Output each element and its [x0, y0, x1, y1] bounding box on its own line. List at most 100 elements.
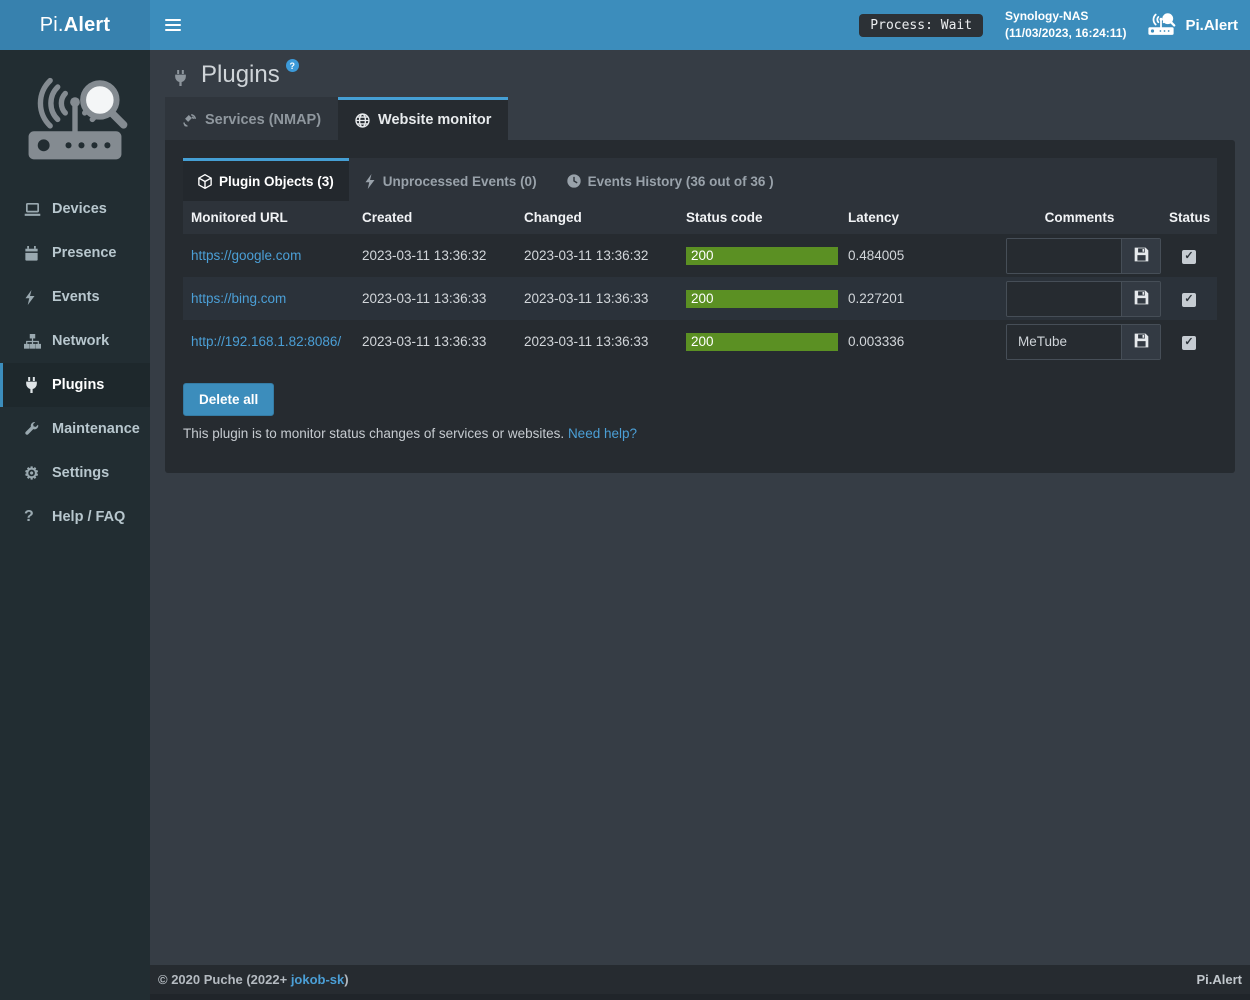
- delete-all-button[interactable]: Delete all: [183, 383, 274, 416]
- plugin-helper-text: This plugin is to monitor status changes…: [183, 426, 1217, 441]
- calendar-icon: [24, 246, 47, 261]
- sidebar-item-help-faq[interactable]: ? Help / FAQ: [0, 495, 150, 539]
- brand-logo[interactable]: Pi.Alert: [0, 0, 150, 50]
- question-icon: ?: [24, 508, 47, 526]
- gear-icon: ⚙: [24, 465, 47, 482]
- bolt-icon: [24, 290, 47, 305]
- globe-icon: [355, 113, 370, 128]
- content-empty-space: [150, 473, 1250, 965]
- top-navbar: Pi.Alert Process: Wait Synology-NAS (11/…: [0, 0, 1250, 50]
- column-header-latency: Latency: [840, 201, 998, 234]
- laptop-icon: [24, 202, 47, 217]
- status-checkbox[interactable]: ✓: [1182, 250, 1196, 264]
- monitored-url-link[interactable]: http://192.168.1.82:8086/: [191, 334, 341, 349]
- changed-cell: 2023-03-11 13:36:33: [516, 277, 678, 320]
- created-cell: 2023-03-11 13:36:33: [354, 277, 516, 320]
- cube-icon: [198, 174, 212, 189]
- table-row: http://192.168.1.82:8086/2023-03-11 13:3…: [183, 320, 1217, 363]
- help-badge[interactable]: ?: [286, 59, 299, 72]
- panel-tab-unprocessed-events-0[interactable]: Unprocessed Events (0): [349, 158, 552, 201]
- column-header-changed: Changed: [516, 201, 678, 234]
- sidebar-menu: Devices PresenceEvents Network Plugins Maint…: [0, 187, 150, 539]
- panel-tab-plugin-objects-3[interactable]: Plugin Objects (3): [183, 158, 349, 201]
- comment-input-group: [1006, 238, 1161, 274]
- save-comment-button[interactable]: [1121, 325, 1160, 359]
- column-header-status-code: Status code: [678, 201, 840, 234]
- floppy-save-icon: [1134, 290, 1149, 308]
- sidebar-item-label: Help / FAQ: [52, 509, 125, 525]
- plugin-tabs: Services (NMAP)Website monitor: [165, 97, 1235, 140]
- monitored-url-link[interactable]: https://bing.com: [191, 291, 286, 306]
- created-cell: 2023-03-11 13:36:33: [354, 320, 516, 363]
- brand-text: Pi.Alert: [40, 14, 111, 37]
- panel-tabs: Plugin Objects (3)Unprocessed Events (0)…: [183, 158, 1217, 201]
- sitemap-icon: [24, 334, 47, 349]
- monitored-url-link[interactable]: https://google.com: [191, 248, 301, 263]
- host-time: (11/03/2023, 16:24:11): [1005, 25, 1126, 42]
- tab-website-monitor[interactable]: Website monitor: [338, 97, 508, 140]
- plugin-objects-table: Monitored URLCreatedChangedStatus codeLa…: [183, 201, 1217, 363]
- services-icon: [182, 113, 197, 128]
- floppy-save-icon: [1134, 333, 1149, 351]
- status-code-bar: 200: [686, 290, 838, 308]
- bolt-icon: [364, 174, 376, 189]
- need-help-link[interactable]: Need help?: [568, 426, 637, 441]
- sidebar-item-network[interactable]: Network: [0, 319, 150, 363]
- website-monitor-panel: Plugin Objects (3)Unprocessed Events (0)…: [165, 140, 1235, 473]
- sidebar-item-plugins[interactable]: Plugins: [0, 363, 150, 407]
- comment-input[interactable]: [1007, 282, 1121, 316]
- tab-services-nmap[interactable]: Services (NMAP): [165, 97, 338, 140]
- router-magnifier-icon: [1146, 9, 1176, 41]
- column-header-created: Created: [354, 201, 516, 234]
- clock-icon: [567, 174, 581, 188]
- comment-input-group: [1006, 281, 1161, 317]
- comment-input[interactable]: [1007, 325, 1121, 359]
- sidebar-item-events[interactable]: Events: [0, 275, 150, 319]
- status-code-bar: 200: [686, 333, 838, 351]
- column-header-monitored-url: Monitored URL: [183, 201, 354, 234]
- page-title: Plugins ?: [173, 61, 1235, 93]
- changed-cell: 2023-03-11 13:36:32: [516, 234, 678, 277]
- latency-cell: 0.227201: [840, 277, 998, 320]
- sidebar-item-devices[interactable]: Devices: [0, 187, 150, 231]
- host-info: Synology-NAS (11/03/2023, 16:24:11): [1005, 8, 1126, 43]
- content-header: Plugins ?: [150, 50, 1250, 97]
- sidebar-item-maintenance[interactable]: Maintenance: [0, 407, 150, 451]
- sidebar-item-label: Network: [52, 333, 109, 349]
- navbar-app-label: Pi.Alert: [1185, 17, 1238, 34]
- footer-copyright: © 2020 Puche (2022+ jokob-sk): [158, 972, 349, 987]
- wrench-icon: [24, 422, 47, 437]
- navbar-app-brand[interactable]: Pi.Alert: [1146, 9, 1238, 41]
- hamburger-icon: [165, 19, 181, 21]
- status-checkbox[interactable]: ✓: [1182, 293, 1196, 307]
- main-content: Plugins ? Services (NMAP)Website monitor…: [150, 50, 1250, 1000]
- navbar-main: Process: Wait Synology-NAS (11/03/2023, …: [150, 0, 1250, 50]
- table-header-row: Monitored URLCreatedChangedStatus codeLa…: [183, 201, 1217, 234]
- sidebar: Devices PresenceEvents Network Plugins Maint…: [0, 50, 150, 1000]
- save-comment-button[interactable]: [1121, 282, 1160, 316]
- plug-icon: [173, 65, 188, 93]
- page-footer: © 2020 Puche (2022+ jokob-sk) Pi.Alert: [150, 965, 1250, 1000]
- floppy-save-icon: [1134, 247, 1149, 265]
- panel-tab-events-history-36-out-of-36[interactable]: Events History (36 out of 36 ): [552, 158, 789, 201]
- sidebar-item-label: Devices: [52, 201, 107, 217]
- footer-app-name: Pi.Alert: [1196, 972, 1242, 987]
- plug-icon: [24, 377, 47, 393]
- jokob-sk-link[interactable]: jokob-sk: [291, 972, 344, 987]
- column-header-status: Status: [1161, 201, 1217, 234]
- sidebar-item-label: Maintenance: [52, 421, 140, 437]
- sidebar-toggle-button[interactable]: [150, 0, 195, 50]
- comment-input-group: [1006, 324, 1161, 360]
- save-comment-button[interactable]: [1121, 239, 1160, 273]
- status-code-bar: 200: [686, 247, 838, 265]
- status-checkbox[interactable]: ✓: [1182, 336, 1196, 350]
- sidebar-item-settings[interactable]: ⚙ Settings: [0, 451, 150, 495]
- sidebar-logo-image: [21, 64, 129, 169]
- comment-input[interactable]: [1007, 239, 1121, 273]
- latency-cell: 0.484005: [840, 234, 998, 277]
- table-row: https://google.com2023-03-11 13:36:32202…: [183, 234, 1217, 277]
- sidebar-item-label: Settings: [52, 465, 109, 481]
- sidebar-item-presence[interactable]: Presence: [0, 231, 150, 275]
- sidebar-item-label: Plugins: [52, 377, 104, 393]
- latency-cell: 0.003336: [840, 320, 998, 363]
